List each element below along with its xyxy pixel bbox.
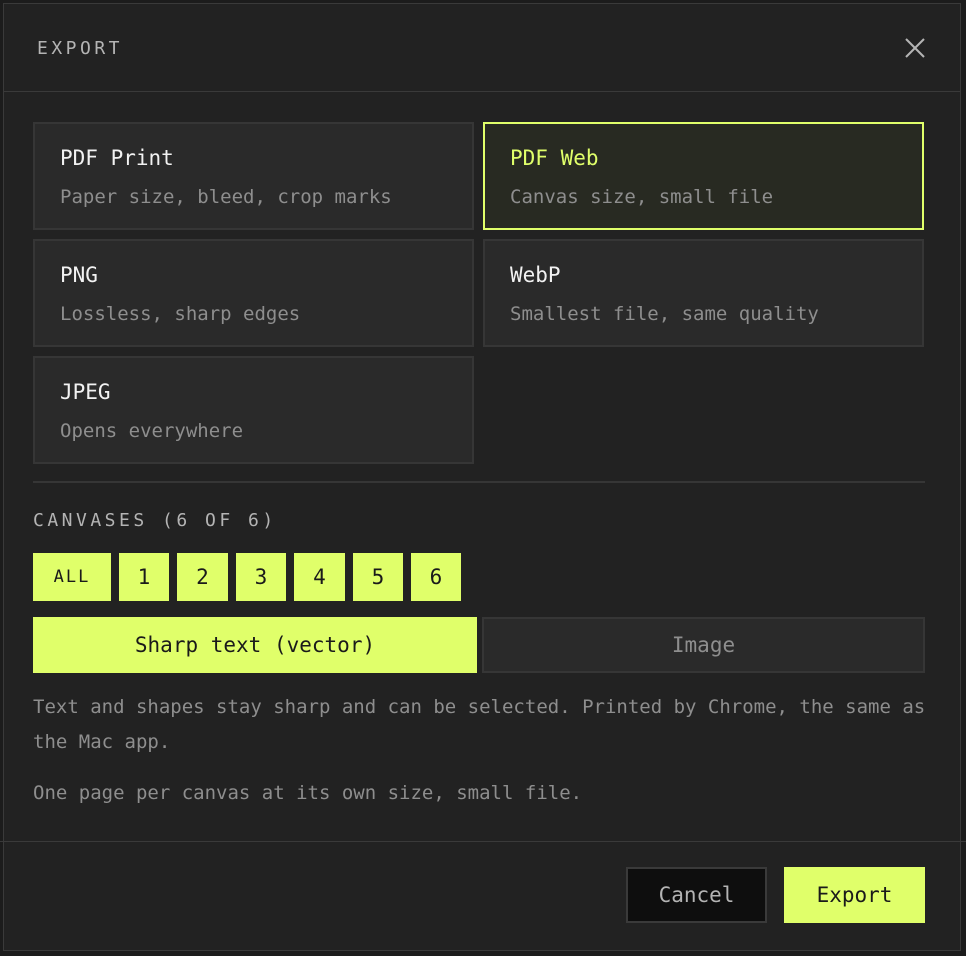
canvases-label: CANVASES (6 OF 6) (33, 510, 277, 531)
section-divider (33, 481, 925, 483)
mode-description: Text and shapes stay sharp and can be se… (33, 696, 926, 753)
format-name: PDF Print (60, 146, 174, 170)
format-option-pdf-web[interactable]: PDF Web Canvas size, small file (483, 122, 924, 230)
format-name: PNG (60, 263, 98, 287)
format-option-pdf-print[interactable]: PDF Print Paper size, bleed, crop marks (33, 122, 474, 230)
canvas-button-3[interactable]: 3 (236, 553, 286, 601)
dialog-title: EXPORT (37, 38, 124, 59)
format-option-jpeg[interactable]: JPEG Opens everywhere (33, 356, 474, 464)
format-name: PDF Web (510, 146, 599, 170)
format-name: WebP (510, 263, 561, 287)
output-description: One page per canvas at its own size, sma… (33, 782, 583, 804)
canvas-button-all[interactable]: ALL (33, 553, 111, 601)
dialog-header: EXPORT (4, 4, 960, 92)
format-option-png[interactable]: PNG Lossless, sharp edges (33, 239, 474, 347)
format-name: JPEG (60, 380, 111, 404)
format-option-webp[interactable]: WebP Smallest file, same quality (483, 239, 924, 347)
export-button[interactable]: Export (784, 867, 925, 923)
mode-image-button[interactable]: Image (482, 617, 925, 673)
canvas-button-1[interactable]: 1 (119, 553, 169, 601)
close-icon[interactable] (902, 35, 928, 61)
canvas-button-4[interactable]: 4 (294, 553, 345, 601)
canvas-button-5[interactable]: 5 (353, 553, 403, 601)
mode-vector-button[interactable]: Sharp text (vector) (33, 617, 477, 673)
canvas-button-2[interactable]: 2 (177, 553, 228, 601)
canvas-button-6[interactable]: 6 (411, 553, 461, 601)
format-description: Canvas size, small file (510, 186, 774, 208)
format-description: Opens everywhere (60, 420, 244, 442)
cancel-button[interactable]: Cancel (626, 867, 767, 923)
format-description: Lossless, sharp edges (60, 303, 301, 325)
format-description: Paper size, bleed, crop marks (60, 186, 392, 208)
format-description: Smallest file, same quality (510, 303, 819, 325)
